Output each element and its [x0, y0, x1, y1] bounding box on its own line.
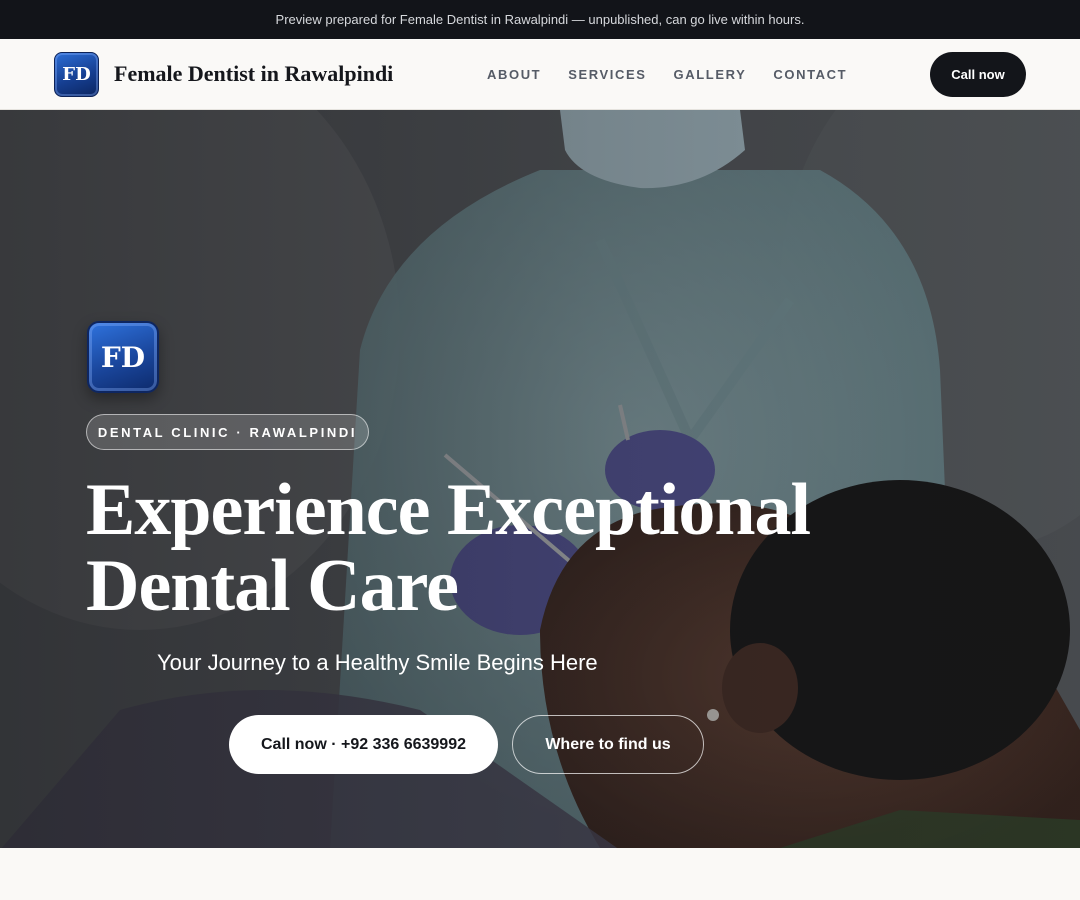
- main-nav: ABOUT SERVICES GALLERY CONTACT: [487, 39, 847, 109]
- nav-about[interactable]: ABOUT: [487, 67, 541, 82]
- site-name: Female Dentist in Rawalpindi: [114, 61, 394, 86]
- hero-section: FD DENTAL CLINIC · RAWALPINDI Experience…: [0, 110, 1080, 848]
- call-phone-button[interactable]: Call now · +92 336 6639992: [229, 715, 498, 774]
- call-now-button[interactable]: Call now: [930, 52, 1026, 97]
- brand-link[interactable]: FD Female Dentist in Rawalpindi: [54, 51, 393, 97]
- nav-services[interactable]: SERVICES: [568, 67, 646, 82]
- hero-headline-line-2: Dental Care: [86, 545, 459, 627]
- hero-logo: FD: [87, 321, 159, 393]
- clinic-badge: DENTAL CLINIC · RAWALPINDI: [86, 414, 369, 450]
- nav-contact[interactable]: CONTACT: [773, 67, 847, 82]
- hero-subheadline: Your Journey to a Healthy Smile Begins H…: [157, 650, 598, 675]
- site-header: FD Female Dentist in Rawalpindi ABOUT SE…: [0, 39, 1080, 110]
- hero-headline: Experience Exceptional Dental Care: [86, 472, 846, 624]
- preview-banner-text: Preview prepared for Female Dentist in R…: [275, 12, 805, 27]
- hero-headline-line-1: Experience Exceptional: [86, 469, 811, 551]
- find-us-button[interactable]: Where to find us: [512, 715, 704, 774]
- nav-gallery[interactable]: GALLERY: [674, 67, 747, 82]
- next-section: [0, 848, 1080, 900]
- preview-banner: Preview prepared for Female Dentist in R…: [0, 0, 1080, 39]
- site-logo: FD: [54, 51, 99, 97]
